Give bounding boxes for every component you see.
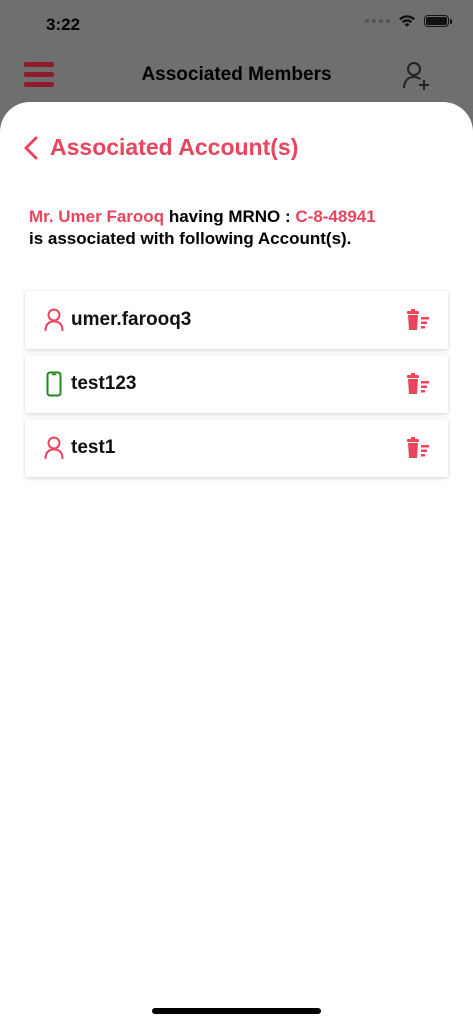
content-sheet: Associated Account(s) Mr. Umer Farooq ha… xyxy=(0,102,473,1024)
wifi-icon xyxy=(399,15,415,27)
info-line2: is associated with following Account(s). xyxy=(29,229,352,248)
account-label: umer.farooq3 xyxy=(71,309,192,330)
status-time: 3:22 xyxy=(46,15,81,34)
account-item[interactable]: umer.farooq3 xyxy=(25,291,448,349)
account-item[interactable]: test123 xyxy=(25,355,448,413)
info-having: having MRNO : xyxy=(164,207,296,226)
nav-bar: Associated Members xyxy=(0,50,473,102)
account-item[interactable]: test1 xyxy=(25,419,448,477)
user-icon xyxy=(42,307,66,333)
user-icon xyxy=(42,435,66,461)
association-info: Mr. Umer Farooq having MRNO : C-8-48941 … xyxy=(29,206,449,250)
mrno-value: C-8-48941 xyxy=(295,207,376,226)
delete-icon[interactable] xyxy=(405,309,431,331)
home-indicator[interactable] xyxy=(152,1008,321,1014)
battery-icon xyxy=(424,15,452,27)
phone-icon xyxy=(42,371,66,397)
status-icons xyxy=(365,14,452,28)
chevron-left-icon xyxy=(24,136,38,159)
add-member-button[interactable] xyxy=(403,61,431,91)
account-label: test1 xyxy=(71,437,116,458)
delete-icon[interactable] xyxy=(405,437,431,459)
section-title: Associated Account(s) xyxy=(50,134,299,160)
account-label: test123 xyxy=(71,373,137,394)
accounts-list: umer.farooq3 test123 test1 xyxy=(25,291,448,483)
member-name: Mr. Umer Farooq xyxy=(29,207,165,226)
delete-icon[interactable] xyxy=(405,373,431,395)
status-bar: 3:22 xyxy=(0,0,473,50)
back-button[interactable]: Associated Account(s) xyxy=(22,134,298,161)
signal-icon xyxy=(365,19,390,23)
